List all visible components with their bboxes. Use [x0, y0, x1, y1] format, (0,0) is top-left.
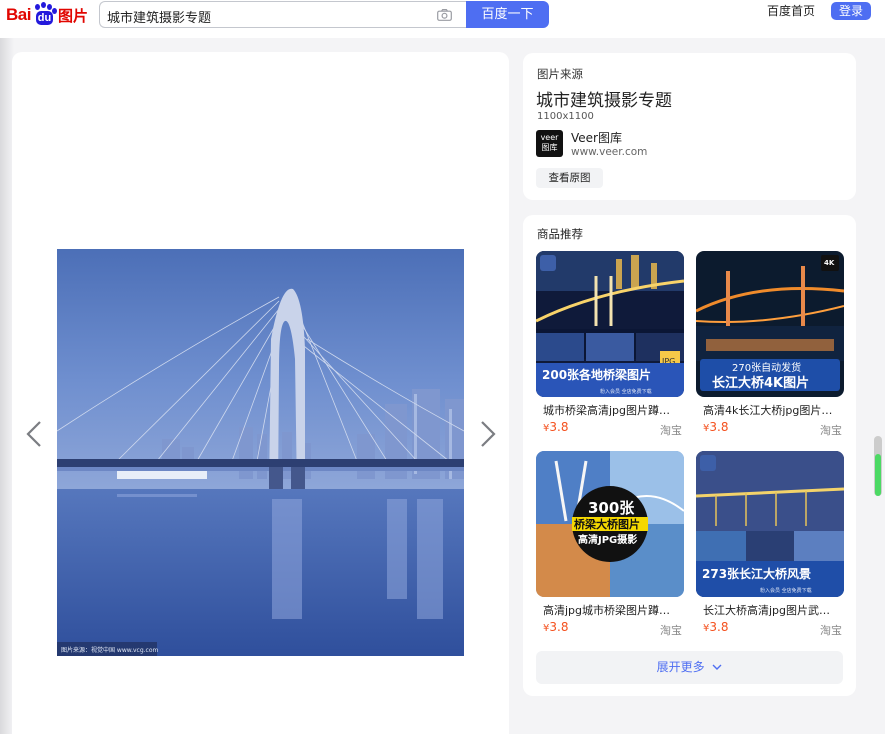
search-button[interactable]: 百度一下	[466, 1, 549, 28]
source-title[interactable]: 城市建筑摄影专题	[536, 86, 672, 111]
logo-du-text: du	[35, 11, 53, 25]
scrollbar-thumb[interactable]	[874, 436, 882, 496]
chevron-right-icon[interactable]	[478, 420, 498, 448]
baidu-images-logo[interactable]: Bai du 图片	[6, 2, 88, 27]
image-size: 1100x1100	[537, 111, 594, 122]
chevron-down-icon	[712, 664, 722, 670]
shop-name: 淘宝	[820, 624, 842, 637]
shop-name: 淘宝	[660, 624, 682, 637]
product-image[interactable]: JPG 200张各地桥梁图片 粉入会员 全店免费下载	[536, 251, 684, 397]
main-image[interactable]: 图片来源：视觉中国 www.vcg.com	[57, 249, 464, 656]
product-name[interactable]: 城市桥梁高清jpg图片蹲…	[543, 402, 681, 418]
image-watermark: 图片来源：视觉中国 www.vcg.com	[61, 646, 159, 654]
login-button[interactable]: 登录	[831, 2, 871, 20]
product-circle-title: 桥梁大桥图片	[574, 517, 640, 531]
recommend-title: 商品推荐	[537, 227, 583, 241]
product-price: ¥3.8	[543, 420, 568, 434]
search-input[interactable]: 城市建筑摄影专题	[99, 1, 466, 28]
top-bar: Bai du 图片 城市建筑摄影专题 百度一下 百度首页 登录	[0, 0, 885, 38]
product-price: ¥3.8	[703, 420, 728, 434]
4k-badge: 4K	[824, 259, 835, 267]
price-value: 3.8	[549, 620, 569, 634]
product-image[interactable]: 300张 桥梁大桥图片 高清JPG摄影	[536, 451, 684, 597]
product-price: ¥3.8	[703, 620, 728, 634]
site-name[interactable]: Veer图库	[571, 129, 622, 146]
paw-icon: du	[32, 2, 57, 26]
product-banner: 273张长江大桥风景	[702, 566, 811, 581]
veer-logo-text: veer	[540, 133, 559, 142]
product-card[interactable]: 300张 桥梁大桥图片 高清JPG摄影 高清jpg城市桥梁图片蹲… ¥3.8 淘…	[536, 451, 684, 641]
shop-name: 淘宝	[660, 424, 682, 437]
veer-logo-subtext: 图库	[541, 143, 558, 152]
product-card[interactable]: 4K 270张自动发货 长江大桥4K图片 高清4k长江大桥jpg图片… ¥3.8…	[696, 251, 844, 441]
product-circle-sub: 高清JPG摄影	[578, 533, 637, 546]
product-image[interactable]: 273张长江大桥风景 粉入会员 全店免费下载	[696, 451, 844, 597]
product-price: ¥3.8	[543, 620, 568, 634]
price-value: 3.8	[549, 420, 569, 434]
product-name[interactable]: 高清jpg城市桥梁图片蹲…	[543, 602, 681, 618]
product-banner: 长江大桥4K图片	[712, 375, 809, 391]
site-url[interactable]: www.veer.com	[571, 146, 647, 158]
product-name[interactable]: 长江大桥高清jpg图片武…	[703, 602, 841, 618]
camera-icon[interactable]	[437, 9, 452, 21]
product-circle-count: 300张	[588, 499, 635, 517]
veer-logo[interactable]: veer 图库	[536, 130, 563, 157]
chevron-left-icon[interactable]	[24, 420, 44, 448]
expand-more-button[interactable]: 展开更多	[536, 651, 843, 684]
product-recommend-card: 商品推荐 JPG 200张各地桥梁图片 粉入会员 全店免费下载 城市桥梁高清jp…	[523, 215, 856, 696]
product-image[interactable]: 4K 270张自动发货 长江大桥4K图片	[696, 251, 844, 397]
baidu-home-link[interactable]: 百度首页	[767, 2, 815, 19]
shop-name: 淘宝	[820, 424, 842, 437]
search-query: 城市建筑摄影专题	[107, 11, 212, 26]
view-original-button[interactable]: 查看原图	[536, 168, 603, 188]
product-card[interactable]: 273张长江大桥风景 粉入会员 全店免费下载 长江大桥高清jpg图片武… ¥3.…	[696, 451, 844, 641]
product-banner-top: 270张自动发货	[732, 361, 801, 374]
price-value: 3.8	[709, 620, 729, 634]
logo-bai-text: Bai	[6, 5, 31, 24]
scroll-indicator	[875, 454, 881, 496]
price-value: 3.8	[709, 420, 729, 434]
product-banner-sub: 粉入会员 全店免费下载	[760, 587, 812, 594]
image-source-card: 图片来源 城市建筑摄影专题 1100x1100 veer 图库 Veer图库 w…	[523, 53, 856, 200]
source-label: 图片来源	[537, 67, 583, 81]
product-banner-sub: 粉入会员 全店免费下载	[600, 388, 652, 395]
product-name[interactable]: 高清4k长江大桥jpg图片…	[703, 402, 841, 418]
logo-images-text: 图片	[57, 6, 88, 25]
product-banner: 200张各地桥梁图片	[542, 367, 651, 382]
expand-more-label: 展开更多	[656, 660, 705, 674]
product-card[interactable]: JPG 200张各地桥梁图片 粉入会员 全店免费下载 城市桥梁高清jpg图片蹲……	[536, 251, 684, 441]
